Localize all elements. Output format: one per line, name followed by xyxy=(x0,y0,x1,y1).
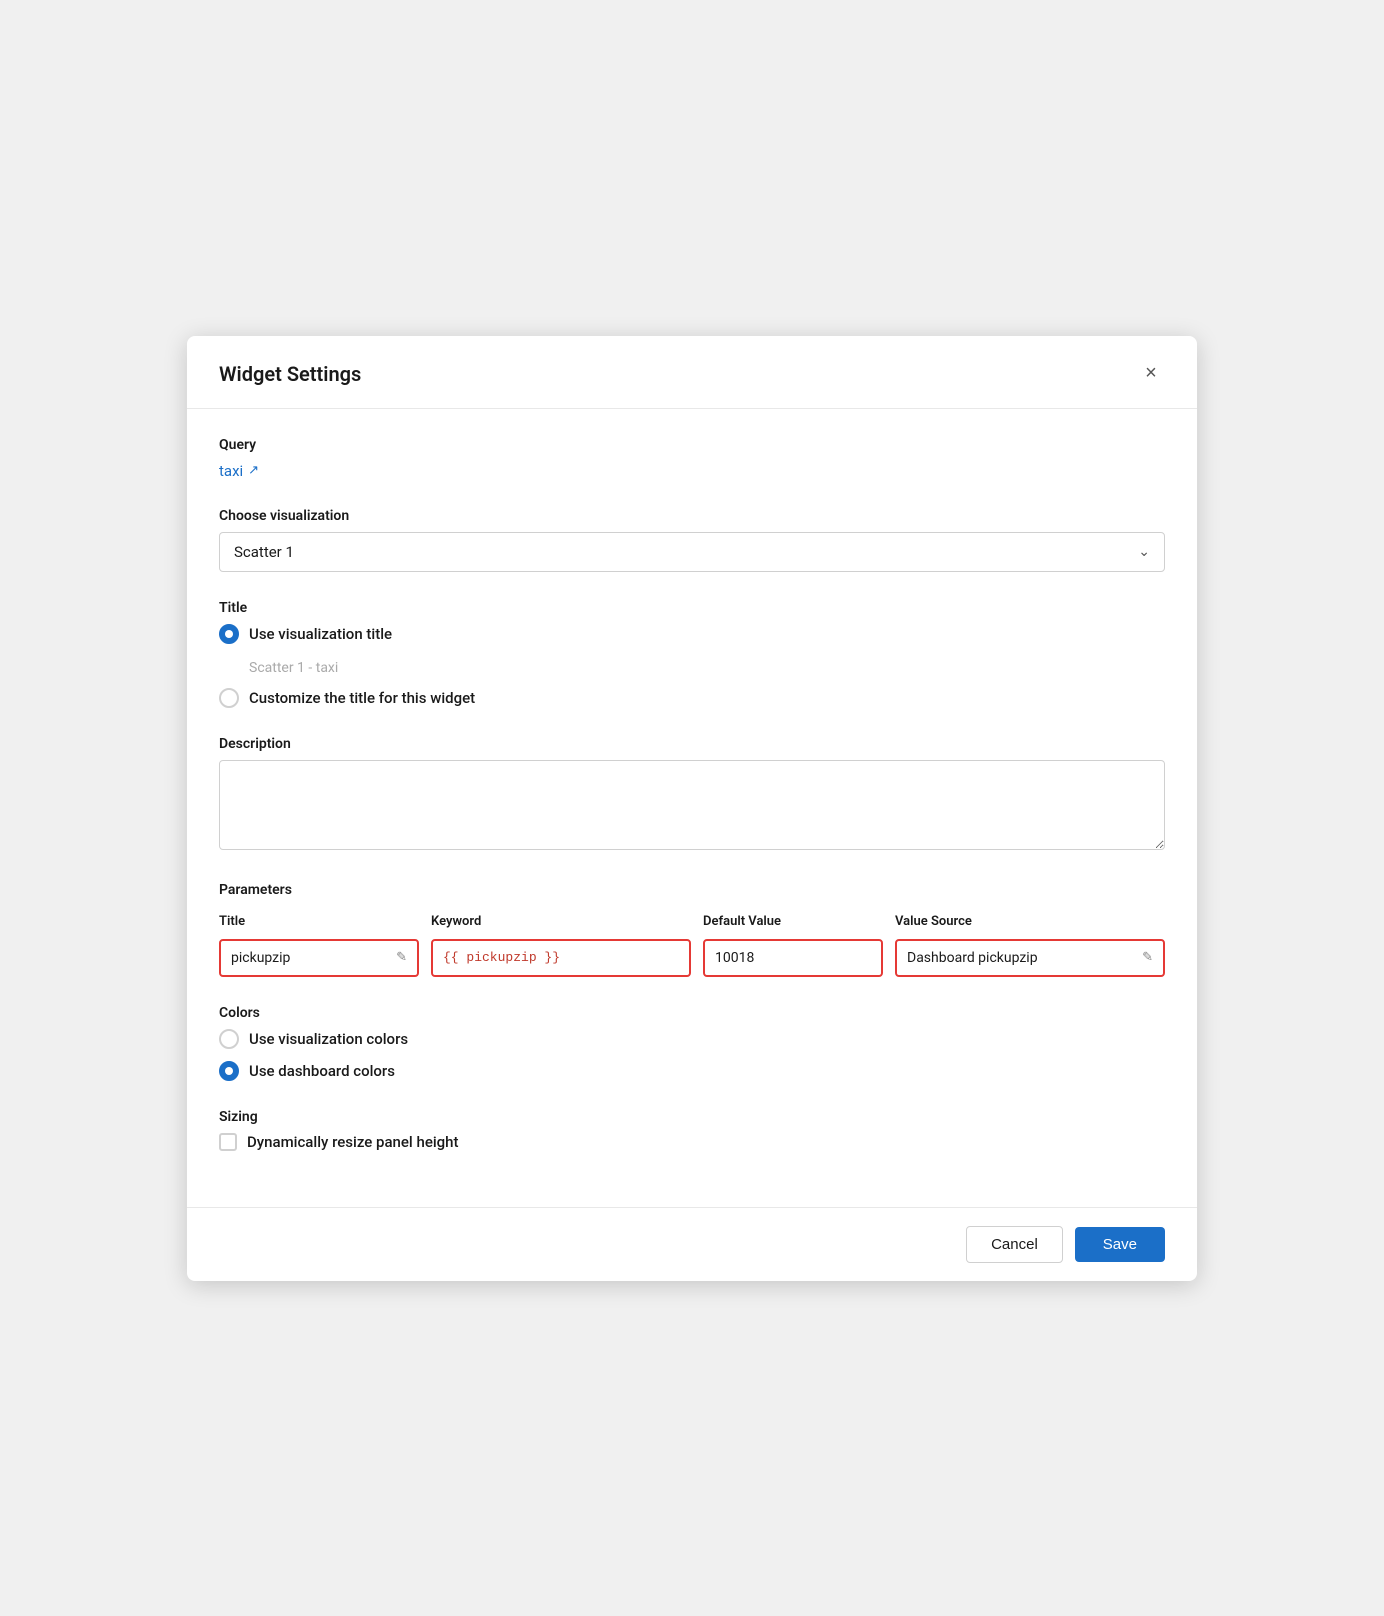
description-label: Description xyxy=(219,736,1165,752)
dynamic-resize-option[interactable]: Dynamically resize panel height xyxy=(219,1133,1165,1151)
visualization-label: Choose visualization xyxy=(219,508,1165,524)
modal-header: Widget Settings × xyxy=(187,336,1197,409)
param-title-cell[interactable]: pickupzip ✎ xyxy=(219,939,419,977)
dynamic-resize-label: Dynamically resize panel height xyxy=(247,1133,459,1151)
param-title-edit-icon[interactable]: ✎ xyxy=(396,950,407,965)
col-title: Title xyxy=(219,914,419,929)
colors-section: Colors Use visualization colors Use dash… xyxy=(219,1005,1165,1081)
parameters-table: Title Keyword Default Value Value Source… xyxy=(219,914,1165,977)
parameters-label: Parameters xyxy=(219,882,1165,898)
parameters-row: pickupzip ✎ {{ pickupzip }} 10018 Dashbo… xyxy=(219,939,1165,977)
sizing-label: Sizing xyxy=(219,1109,1165,1125)
customize-title-option[interactable]: Customize the title for this widget xyxy=(219,688,1165,708)
title-radio-group: Use visualization title Scatter 1 - taxi… xyxy=(219,624,1165,708)
col-keyword: Keyword xyxy=(431,914,691,929)
query-section: Query taxi ↗ xyxy=(219,437,1165,480)
modal-body: Query taxi ↗ Choose visualization Scatte… xyxy=(187,409,1197,1207)
description-section: Description xyxy=(219,736,1165,854)
colors-label: Colors xyxy=(219,1005,1165,1021)
save-button[interactable]: Save xyxy=(1075,1227,1165,1262)
parameters-section: Parameters Title Keyword Default Value V… xyxy=(219,882,1165,977)
param-default-value-cell[interactable]: 10018 xyxy=(703,939,883,977)
colors-radio-group: Use visualization colors Use dashboard c… xyxy=(219,1029,1165,1081)
customize-title-radio[interactable] xyxy=(219,688,239,708)
visualization-selected-value: Scatter 1 xyxy=(234,543,294,561)
visualization-select-display[interactable]: Scatter 1 ⌄ xyxy=(220,533,1164,571)
visualization-section: Choose visualization Scatter 1 ⌄ xyxy=(219,508,1165,572)
modal-footer: Cancel Save xyxy=(187,1207,1197,1281)
close-button[interactable]: × xyxy=(1137,360,1165,388)
param-value-source-edit-icon[interactable]: ✎ xyxy=(1142,950,1153,965)
use-viz-colors-label: Use visualization colors xyxy=(249,1030,408,1048)
use-viz-colors-option[interactable]: Use visualization colors xyxy=(219,1029,1165,1049)
cancel-button[interactable]: Cancel xyxy=(966,1226,1063,1263)
modal-title: Widget Settings xyxy=(219,362,361,386)
title-section: Title Use visualization title Scatter 1 … xyxy=(219,600,1165,708)
external-link-icon: ↗ xyxy=(248,463,259,478)
parameters-header: Title Keyword Default Value Value Source xyxy=(219,914,1165,929)
use-dashboard-colors-radio[interactable] xyxy=(219,1061,239,1081)
sizing-section: Sizing Dynamically resize panel height xyxy=(219,1109,1165,1151)
param-keyword-cell[interactable]: {{ pickupzip }} xyxy=(431,939,691,977)
query-label: Query xyxy=(219,437,1165,453)
use-viz-title-radio[interactable] xyxy=(219,624,239,644)
param-title-value: pickupzip xyxy=(231,950,290,966)
chevron-down-icon: ⌄ xyxy=(1138,544,1150,560)
customize-title-label: Customize the title for this widget xyxy=(249,689,475,707)
query-link[interactable]: taxi ↗ xyxy=(219,462,259,480)
col-value-source: Value Source xyxy=(895,914,1165,929)
title-section-label: Title xyxy=(219,600,1165,616)
dynamic-resize-checkbox[interactable] xyxy=(219,1133,237,1151)
viz-title-placeholder: Scatter 1 - taxi xyxy=(249,660,1165,676)
param-value-source: Dashboard pickupzip xyxy=(907,950,1038,966)
visualization-select[interactable]: Scatter 1 ⌄ xyxy=(219,532,1165,572)
param-default-value: 10018 xyxy=(715,950,754,966)
query-link-text: taxi xyxy=(219,462,243,480)
param-keyword-value: {{ pickupzip }} xyxy=(443,950,560,965)
use-viz-colors-radio[interactable] xyxy=(219,1029,239,1049)
use-dashboard-colors-label: Use dashboard colors xyxy=(249,1062,395,1080)
col-default-value: Default Value xyxy=(703,914,883,929)
use-viz-title-option[interactable]: Use visualization title xyxy=(219,624,1165,644)
param-value-source-cell[interactable]: Dashboard pickupzip ✎ xyxy=(895,939,1165,977)
use-dashboard-colors-option[interactable]: Use dashboard colors xyxy=(219,1061,1165,1081)
use-viz-title-label: Use visualization title xyxy=(249,625,392,643)
widget-settings-modal: Widget Settings × Query taxi ↗ Choose vi… xyxy=(187,336,1197,1281)
description-textarea[interactable] xyxy=(219,760,1165,850)
